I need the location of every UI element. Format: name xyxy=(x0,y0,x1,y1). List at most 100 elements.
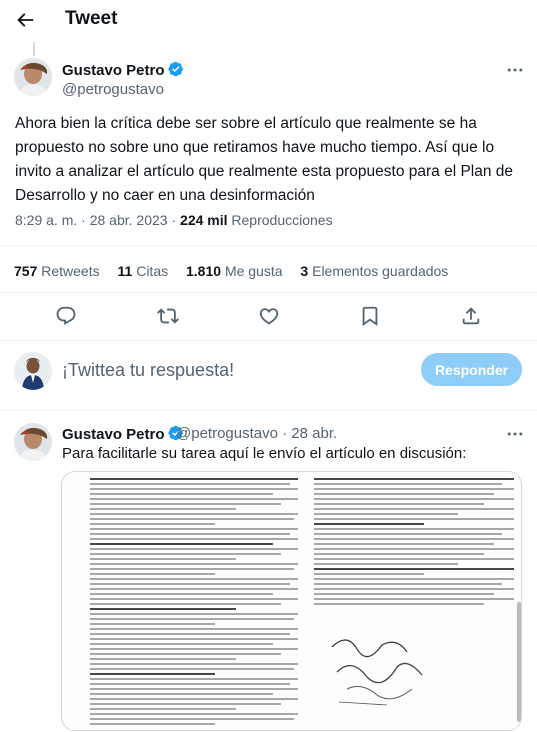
thread-connector xyxy=(33,42,35,56)
document-text-line xyxy=(90,513,298,515)
document-text-line xyxy=(314,508,514,510)
document-text-line xyxy=(90,658,236,660)
document-text-line xyxy=(90,653,282,655)
meta-separator: · xyxy=(81,212,86,228)
likes-count: 1.810 xyxy=(186,263,222,279)
document-text-line xyxy=(90,503,282,505)
document-text-line xyxy=(90,598,298,600)
tweet-meta: 8:29 a. m. · 28 abr. 2023 · 224 mil Repr… xyxy=(15,212,333,228)
reply-author-meta: @petrogustavo · 28 abr. xyxy=(176,425,337,442)
reply-date[interactable]: 28 abr. xyxy=(291,425,337,442)
document-text-line xyxy=(314,553,484,555)
verified-badge-icon xyxy=(167,61,183,77)
document-text-line xyxy=(90,528,298,530)
quotes-count: 11 xyxy=(117,263,133,279)
document-text-line xyxy=(314,568,514,570)
document-text-line xyxy=(90,493,274,495)
share-icon[interactable] xyxy=(460,305,482,327)
document-text-line xyxy=(314,478,514,480)
author-name-text[interactable]: Gustavo Petro xyxy=(62,62,165,79)
document-text-line xyxy=(90,673,215,675)
document-text-line xyxy=(90,548,298,550)
document-text-line xyxy=(90,578,298,580)
retweets-count: 757 xyxy=(14,263,38,279)
document-text-line xyxy=(90,683,290,685)
document-text-line xyxy=(90,588,298,590)
tweet-date[interactable]: 28 abr. 2023 xyxy=(90,212,168,228)
document-text-line xyxy=(90,488,298,490)
document-text-line xyxy=(90,643,274,645)
document-text-line xyxy=(90,668,294,670)
document-text-line xyxy=(314,528,514,530)
document-text-line xyxy=(90,628,298,630)
author-handle[interactable]: @petrogustavo xyxy=(62,81,164,98)
author-name[interactable]: Gustavo Petro xyxy=(62,61,184,79)
quotes-stat[interactable]: 11 Citas xyxy=(118,263,169,279)
document-text-line xyxy=(90,713,298,715)
document-text-line xyxy=(90,613,298,615)
document-text-line xyxy=(90,498,298,500)
retweets-stat[interactable]: 757 Retweets xyxy=(14,263,100,279)
document-text-line xyxy=(314,543,494,545)
document-text-line xyxy=(314,583,502,585)
document-text-line xyxy=(90,698,298,700)
document-text-line xyxy=(90,638,298,640)
signature-scribble xyxy=(331,639,423,706)
views-label: Reproducciones xyxy=(231,212,333,228)
document-text-line xyxy=(90,623,215,625)
reply-input[interactable]: ¡Twittea tu respuesta! xyxy=(62,360,234,381)
document-text-line xyxy=(314,593,494,595)
reply-author-name[interactable]: Gustavo Petro xyxy=(62,425,184,443)
document-scrollbar xyxy=(517,602,521,722)
likes-label: Me gusta xyxy=(224,263,283,279)
document-text-line xyxy=(90,703,282,705)
meta-separator: · xyxy=(282,425,288,442)
arrow-left-icon[interactable] xyxy=(14,9,36,31)
document-text-line xyxy=(90,583,290,585)
document-text-line xyxy=(314,588,514,590)
views-count: 224 mil xyxy=(180,212,228,228)
bookmarks-stat[interactable]: 3 Elementos guardados xyxy=(300,263,448,279)
tweet-time[interactable]: 8:29 a. m. xyxy=(15,212,77,228)
retweet-icon[interactable] xyxy=(157,305,179,327)
divider xyxy=(0,410,537,411)
tweet-text: Ahora bien la crítica debe ser sobre el … xyxy=(15,115,514,204)
document-text-line xyxy=(90,523,215,525)
reply-tweet-text: Para facilitarle su tarea aquí le envío … xyxy=(62,445,467,462)
document-text-line xyxy=(90,518,294,520)
document-text-line xyxy=(314,518,514,520)
document-text-line xyxy=(90,553,282,555)
avatar[interactable] xyxy=(14,58,52,96)
avatar[interactable] xyxy=(14,423,52,461)
user-avatar[interactable] xyxy=(14,352,52,390)
reply-icon[interactable] xyxy=(55,305,77,327)
document-text-line xyxy=(90,678,298,680)
reply-author-name-text[interactable]: Gustavo Petro xyxy=(62,426,165,443)
document-page-right xyxy=(314,478,514,608)
more-dots-icon[interactable] xyxy=(505,424,525,444)
document-text-line xyxy=(90,563,298,565)
document-text-line xyxy=(314,493,494,495)
divider xyxy=(0,292,537,293)
divider xyxy=(0,340,537,341)
heart-icon[interactable] xyxy=(258,305,280,327)
document-text-line xyxy=(90,688,298,690)
document-text-line xyxy=(90,568,294,570)
bookmark-icon[interactable] xyxy=(359,305,381,327)
divider xyxy=(0,245,537,246)
document-text-line xyxy=(314,533,502,535)
tweet-stats: 757 Retweets 11 Citas 1.810 Me gusta 3 E… xyxy=(14,263,462,279)
more-dots-icon[interactable] xyxy=(505,60,525,80)
retweets-label: Retweets xyxy=(41,263,100,279)
document-text-line xyxy=(90,483,290,485)
document-text-line xyxy=(90,533,290,535)
document-text-line xyxy=(90,618,294,620)
reply-button[interactable]: Responder xyxy=(421,353,522,386)
likes-stat[interactable]: 1.810 Me gusta xyxy=(186,263,283,279)
document-text-line xyxy=(314,603,484,605)
reply-author-handle[interactable]: @petrogustavo xyxy=(176,425,278,442)
document-text-line xyxy=(314,498,514,500)
document-text-line xyxy=(314,513,458,515)
attached-document-image[interactable] xyxy=(61,471,522,731)
document-text-line xyxy=(90,633,290,635)
